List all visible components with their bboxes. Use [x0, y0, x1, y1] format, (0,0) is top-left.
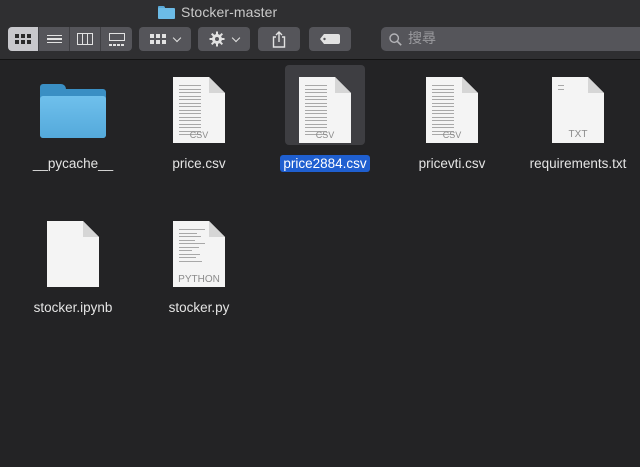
file-type-badge: CSV — [189, 130, 209, 140]
grid-icon — [150, 34, 166, 44]
chevron-down-icon — [172, 33, 182, 42]
icon-view-button[interactable] — [8, 27, 39, 51]
file-item[interactable]: TXT requirements.txt — [513, 69, 640, 173]
file-name: requirements.txt — [529, 156, 627, 171]
txt-file-icon: TXT — [552, 77, 604, 143]
gallery-icon — [108, 32, 125, 46]
file-item-selected[interactable]: CSV price2884.csv — [260, 65, 390, 173]
column-view-button[interactable] — [70, 27, 101, 51]
file-item[interactable]: CSV pricevti.csv — [387, 69, 517, 173]
file-item[interactable]: stocker.ipynb — [8, 213, 138, 317]
folder-icon — [158, 5, 175, 19]
search-icon — [389, 32, 402, 46]
file-type-badge: TXT — [568, 129, 588, 140]
view-mode-selector — [8, 27, 132, 51]
file-name: pricevti.csv — [418, 156, 486, 171]
file-type-badge: PYTHON — [178, 274, 220, 285]
grid-icon — [15, 34, 31, 44]
tag-icon — [320, 34, 340, 44]
chevron-down-icon — [231, 33, 241, 42]
csv-file-icon: CSV — [173, 77, 225, 143]
python-file-icon: PYTHON — [173, 221, 225, 287]
action-button[interactable] — [198, 27, 250, 51]
tags-button[interactable] — [309, 27, 351, 51]
columns-icon — [77, 33, 93, 45]
gallery-view-button[interactable] — [101, 27, 132, 51]
file-name: price2884.csv — [260, 155, 390, 172]
toolbar: Stocker-master — [0, 0, 640, 60]
window-title: Stocker-master — [181, 4, 278, 20]
file-name: __pycache__ — [32, 156, 114, 171]
list-icon — [46, 33, 62, 46]
blank-file-icon — [47, 221, 99, 287]
share-icon — [272, 30, 286, 48]
csv-file-icon: CSV — [426, 77, 478, 143]
group-by-button[interactable] — [139, 27, 191, 51]
file-name: stocker.ipynb — [33, 300, 113, 315]
file-grid: __pycache__ CSV price.csv CSV price2884.… — [0, 61, 640, 467]
file-name: stocker.py — [168, 300, 230, 315]
file-item[interactable]: __pycache__ — [8, 69, 138, 173]
window-title-bar: Stocker-master — [0, 0, 640, 24]
folder-icon — [40, 84, 106, 138]
file-type-badge: CSV — [315, 130, 335, 140]
file-name: price.csv — [172, 156, 226, 171]
file-type-badge: CSV — [442, 130, 462, 140]
file-item[interactable]: CSV price.csv — [134, 69, 264, 173]
search-input[interactable] — [408, 31, 628, 47]
file-item[interactable]: PYTHON stocker.py — [134, 213, 264, 317]
csv-file-icon: CSV — [299, 77, 351, 143]
list-view-button[interactable] — [39, 27, 70, 51]
gear-icon — [209, 31, 225, 47]
search-field[interactable] — [381, 27, 640, 51]
share-button[interactable] — [258, 27, 300, 51]
